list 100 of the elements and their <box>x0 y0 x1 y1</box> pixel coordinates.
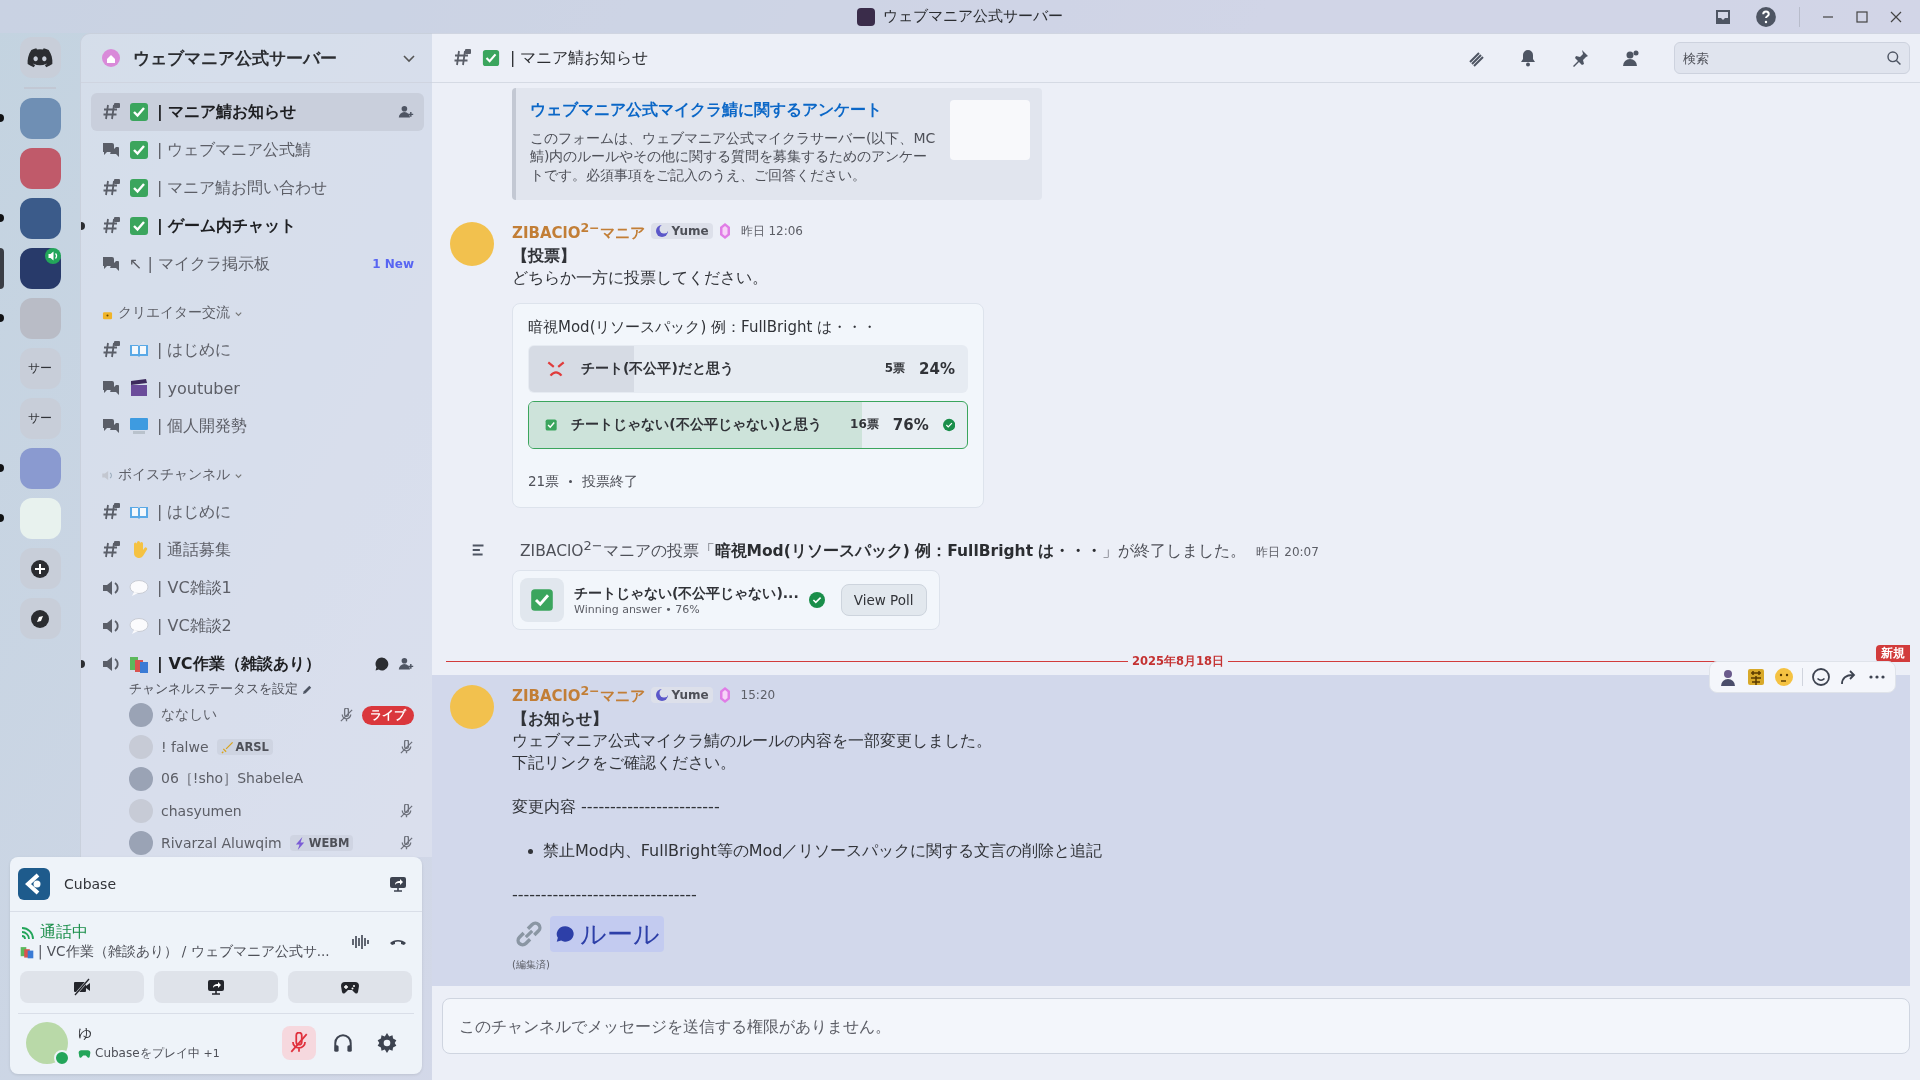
books-icon <box>20 945 34 959</box>
voice-user-item[interactable]: ななしい ライブ <box>91 699 424 731</box>
signal-icon <box>20 924 36 941</box>
channel-item[interactable]: | はじめに <box>91 493 424 531</box>
poll-answer-text: チートじゃない(不公平じゃない)と思う <box>571 415 823 434</box>
embed-description: このフォームは、ウェブマニア公式マイクラサーバー(以下、MC鯖)内のルールやその他に関する質問を募集するためのアンケートです。必須事項をご記入のうえ、ご回答ください。 <box>530 129 936 184</box>
add-reaction-icon[interactable] <box>1811 667 1831 687</box>
search-field[interactable]: 検索 <box>1674 42 1910 74</box>
user-avatar <box>129 703 153 727</box>
speaker-icon <box>101 654 121 674</box>
activity-button[interactable] <box>288 971 412 1003</box>
flower-icon <box>101 48 121 68</box>
poll-status: 投票終了 <box>582 472 639 491</box>
checkmark-icon <box>129 102 149 122</box>
vote-percent: 24% <box>919 359 955 378</box>
message-text: どちらか一方に投票してください。 <box>512 266 769 289</box>
chat-bubble-icon <box>554 923 576 945</box>
user-avatar[interactable] <box>26 1022 68 1064</box>
close-icon[interactable] <box>1890 10 1902 23</box>
checkmark-icon <box>129 140 149 160</box>
voice-user-item[interactable]: chasyumen <box>91 795 424 827</box>
channel-item[interactable]: | ウェブマニア公式鯖 <box>91 131 424 169</box>
screen-share-button[interactable] <box>154 971 278 1003</box>
channel-item[interactable]: ↖ | マイクラ掲示板 1 New <box>91 245 424 283</box>
timestamp: 昨日 20:07 <box>1256 544 1319 561</box>
date-divider: 2025年8月18日 <box>1132 654 1224 669</box>
channel-item[interactable]: | VC雑談1 <box>91 569 424 607</box>
server-header[interactable]: ウェブマニア公式サーバー <box>81 34 432 83</box>
channel-item[interactable]: | マニア鯖お知らせ <box>91 93 424 131</box>
category-header[interactable]: ボイスチャンネル <box>91 463 424 487</box>
voice-user-item[interactable]: Rivarzal Aluwqim WEBM <box>91 827 424 857</box>
view-poll-button[interactable]: View Poll <box>840 584 927 616</box>
maximize-icon[interactable] <box>1856 10 1868 23</box>
checkmark-icon <box>129 178 149 198</box>
hash-icon <box>101 102 121 122</box>
clapperboard-icon <box>129 378 149 398</box>
discord-home-button[interactable] <box>19 37 61 78</box>
speaker-icon <box>101 616 121 636</box>
discover-button[interactable] <box>19 598 61 639</box>
invite-icon[interactable] <box>398 656 414 672</box>
monitor-icon <box>129 416 149 436</box>
channel-item[interactable]: | youtuber <box>91 369 424 407</box>
moon-icon <box>654 687 669 702</box>
username: ゆ <box>78 1024 93 1043</box>
server-button[interactable]: サー <box>19 348 61 389</box>
channel-item[interactable]: | ゲーム内チャット <box>91 207 424 245</box>
user-avatar <box>129 767 153 791</box>
category-header[interactable]: クリエイター交流 <box>91 301 424 325</box>
search-icon <box>1886 50 1902 66</box>
server-picture[interactable] <box>19 248 61 289</box>
channel-title: | マニア鯖お知らせ <box>510 47 649 69</box>
channel-item[interactable]: | はじめに <box>91 331 424 369</box>
add-server-button[interactable] <box>19 548 61 589</box>
help-icon[interactable] <box>1755 5 1777 28</box>
server-picture[interactable] <box>19 198 61 239</box>
timestamp: 15:20 <box>740 687 776 702</box>
online-status-dot <box>54 1050 70 1066</box>
channel-item[interactable]: | 通話募集 <box>91 531 424 569</box>
voice-user-item[interactable]: 06［!sho］ShabeleA <box>91 763 424 795</box>
channel-item[interactable]: | マニア鯖お問い合わせ <box>91 169 424 207</box>
channel-item[interactable]: | 個人開発勢 <box>91 407 424 445</box>
screen-share-icon[interactable] <box>388 874 408 894</box>
live-badge: ライブ <box>362 705 414 725</box>
poll-answer[interactable]: チート(不公平)だと思う 5票 24% <box>528 344 968 393</box>
hash-icon <box>101 340 121 360</box>
app-logo-icon <box>18 868 50 900</box>
vote-count: 5票 <box>884 360 906 378</box>
message-text: 【投票】 <box>512 244 577 267</box>
server-tag: ARSL <box>216 739 273 755</box>
moon-icon <box>654 224 669 239</box>
microphone-button[interactable] <box>282 1026 316 1060</box>
vote-percent: 76% <box>892 415 929 434</box>
speaker-badge-icon <box>44 248 61 264</box>
channel-item[interactable]: | VC雑談2 <box>91 607 424 645</box>
speech-bubble-icon <box>129 616 149 636</box>
system-message: ZIBAClO$^{2−}$マニアの投票「暗視Mod(リソースパック) 例：FullBright は・・・」が終了しました。 <box>520 537 1247 562</box>
server-button[interactable]: サー <box>19 398 61 439</box>
message-text: 【お知らせ】 <box>512 708 609 730</box>
thinking-face-icon[interactable] <box>1774 667 1794 687</box>
channel-mention[interactable]: ルール <box>550 916 664 952</box>
poll-answer[interactable]: チートじゃない(不公平じゃない)と思う 16票 76% <box>528 400 968 449</box>
poll-answer-text: チート(不公平)だと思う <box>581 359 734 378</box>
edited-label: (編集済) <box>512 958 551 972</box>
chat-bubble-icon[interactable] <box>374 656 390 672</box>
hash-icon <box>101 178 121 198</box>
message-text: 下記リンクをご確認ください。 <box>512 752 737 774</box>
voice-user-item[interactable]: ! falwe ARSL <box>91 731 424 763</box>
voice-channel-link[interactable]: | VC作業（雑談あり） / ウェブマニア公式サ... <box>38 943 330 961</box>
vote-count: 16票 <box>850 416 879 434</box>
author-name[interactable]: ZIBAClO$^{2−}$マニア <box>512 219 645 243</box>
pencil-icon <box>302 683 313 695</box>
activity-count: +1 <box>203 1046 220 1060</box>
camera-off-button[interactable] <box>20 971 144 1003</box>
person-emoji-icon[interactable] <box>1718 667 1738 687</box>
settings-icon <box>376 1032 398 1054</box>
new-badge: 新規 <box>1876 645 1910 662</box>
invite-icon[interactable] <box>398 104 414 120</box>
bell-icon[interactable] <box>1518 48 1538 68</box>
kanji-emoji-icon[interactable] <box>1746 667 1766 687</box>
embed-title-link[interactable]: ウェブマニア公式マイクラ鯖に関するアンケート <box>530 101 882 120</box>
